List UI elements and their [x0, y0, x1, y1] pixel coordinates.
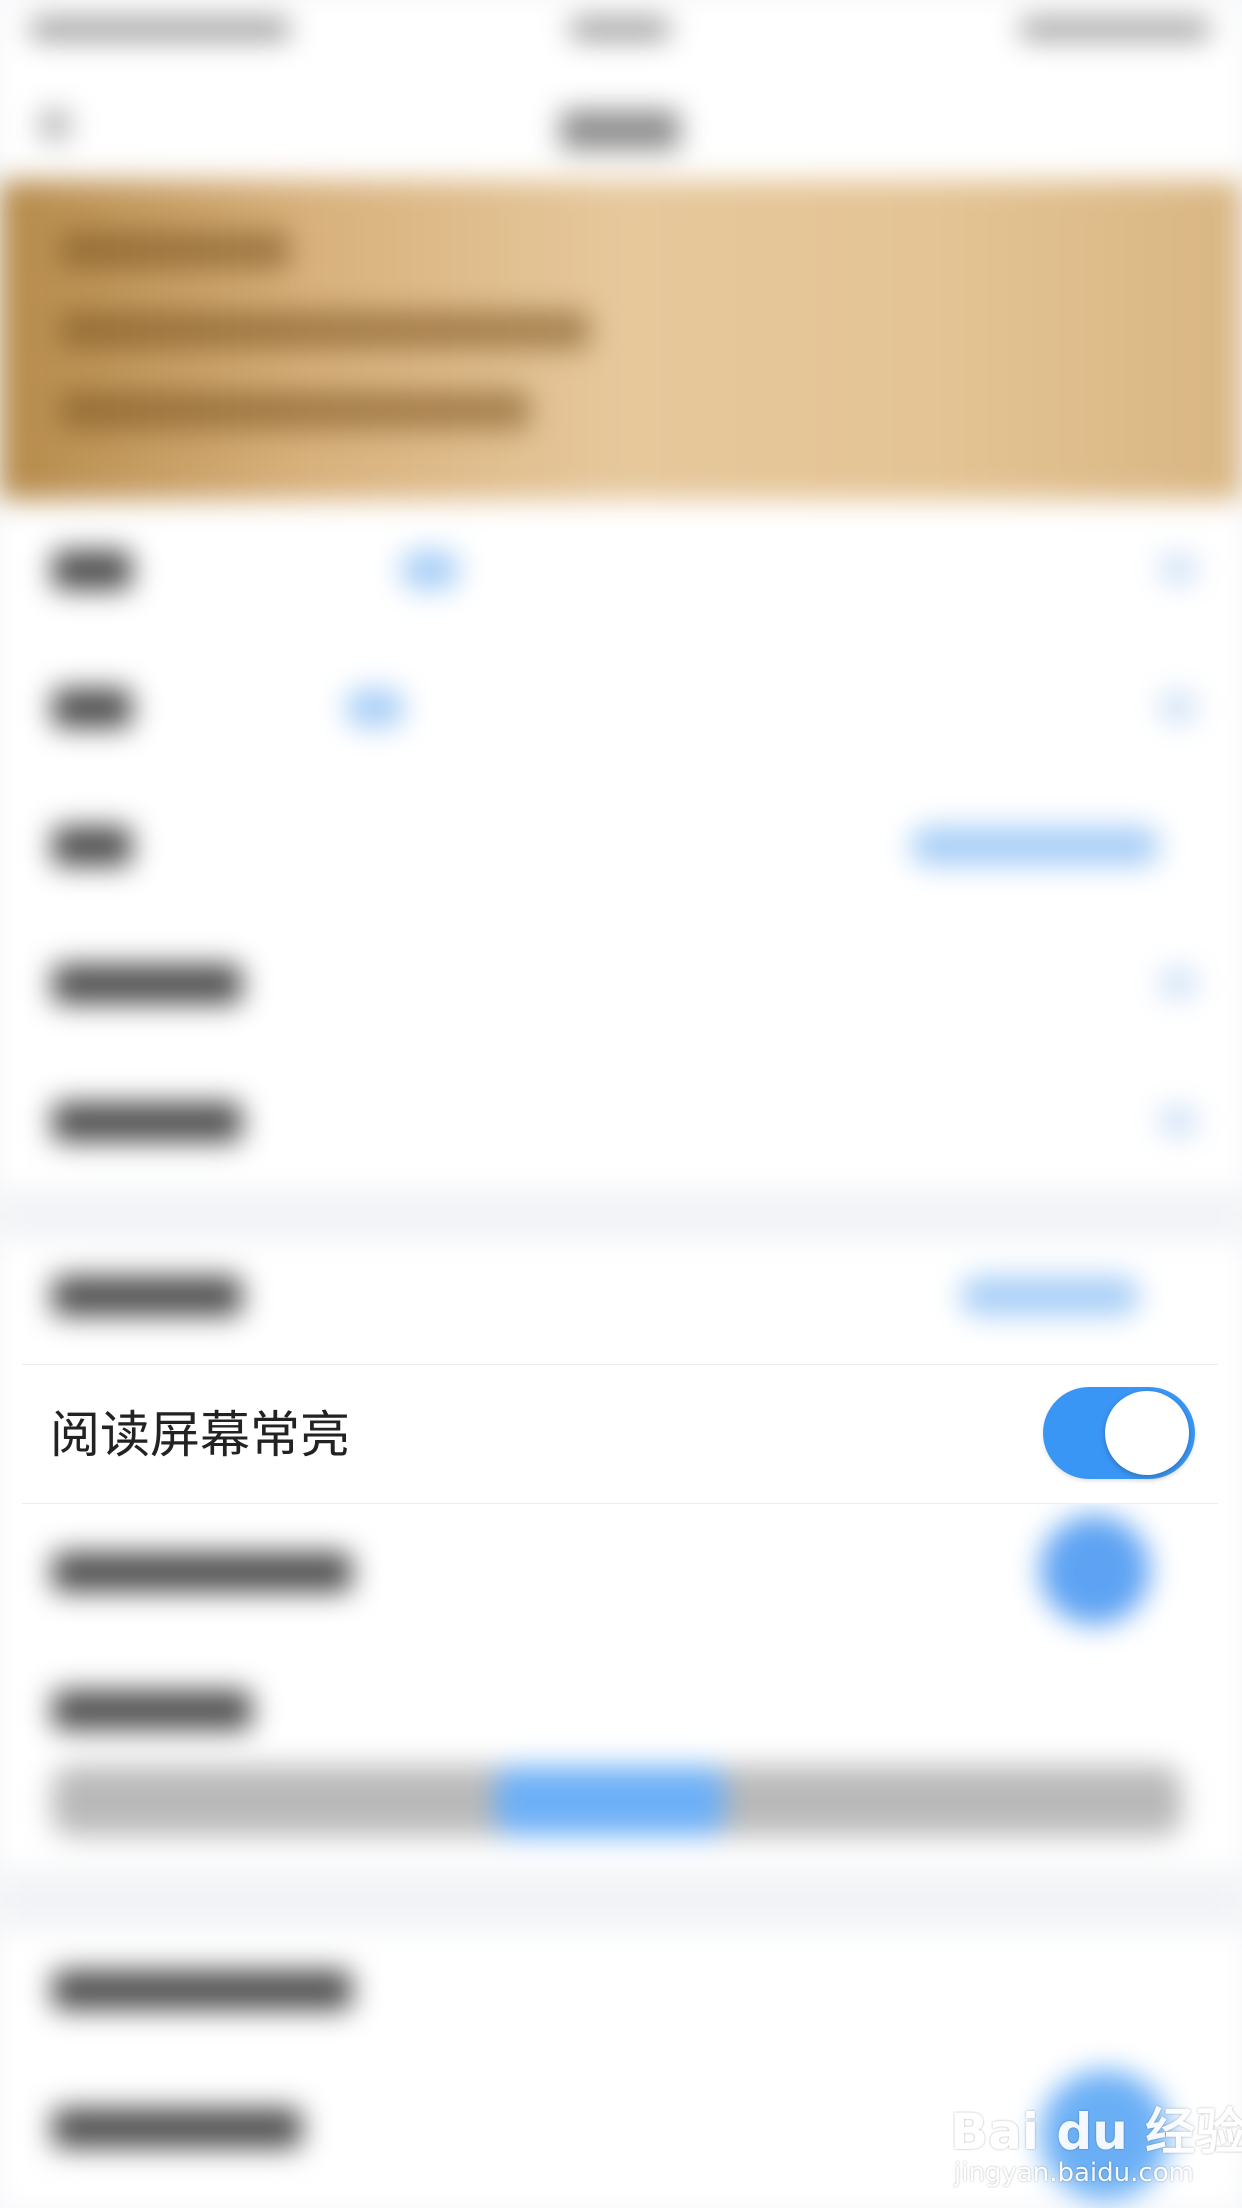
settings-row-label	[52, 1102, 242, 1142]
watermark-logo: Bai du 经验	[950, 2103, 1242, 2161]
chevron-right-icon	[1160, 968, 1196, 998]
chevron-right-icon	[1160, 554, 1196, 584]
banner-line	[60, 390, 530, 430]
settings-row[interactable]	[0, 1226, 1242, 1364]
settings-row[interactable]	[0, 776, 1242, 914]
settings-row-label	[52, 550, 132, 590]
settings-row-chip	[345, 688, 405, 728]
status-bar-battery	[1020, 18, 1210, 40]
setting-row-screen-always-on[interactable]: 阅读屏幕常亮	[22, 1364, 1218, 1504]
slider-selected-segment[interactable]	[495, 1766, 725, 1836]
blurred-background	[0, 0, 1242, 2208]
chevron-right-icon	[1160, 1106, 1196, 1136]
settings-row-label	[52, 1690, 252, 1730]
settings-row	[0, 1640, 1242, 1778]
screen-always-on-toggle[interactable]	[1043, 1387, 1195, 1479]
banner-line	[60, 230, 290, 270]
settings-row[interactable]	[0, 914, 1242, 1052]
back-icon[interactable]	[40, 110, 70, 140]
status-bar	[0, 0, 1242, 60]
nav-bar	[0, 60, 1242, 180]
toggle-knob	[1105, 1391, 1189, 1475]
settings-row[interactable]	[0, 638, 1242, 776]
settings-row-label	[52, 1552, 352, 1592]
banner-line	[60, 310, 590, 350]
watermark-url: jingyan.baidu.com	[954, 2158, 1194, 2188]
settings-row[interactable]	[0, 1052, 1242, 1190]
baidu-jingyan-watermark: Bai du 经验 jingyan.baidu.com	[950, 2092, 1242, 2192]
setting-label: 阅读屏幕常亮	[50, 1406, 350, 1464]
page-title	[560, 110, 680, 150]
settings-row-label	[52, 826, 132, 866]
settings-screen: 阅读屏幕常亮 Bai du 经验 jingyan.baidu.com	[0, 0, 1242, 2208]
settings-row-label	[52, 688, 132, 728]
settings-row-chip	[910, 826, 1160, 866]
settings-row-label	[52, 964, 242, 1004]
status-bar-left	[30, 18, 290, 40]
settings-row-chip	[960, 1276, 1140, 1316]
settings-row[interactable]	[0, 1920, 1242, 2058]
settings-row-label	[52, 2108, 302, 2148]
settings-row-label	[52, 1276, 242, 1316]
settings-row[interactable]	[0, 500, 1242, 638]
settings-list	[0, 500, 1242, 2208]
settings-row-chip	[400, 550, 460, 590]
promo-banner[interactable]	[0, 180, 1242, 500]
toggle-switch[interactable]	[1040, 1515, 1150, 1625]
settings-row-label	[52, 1970, 352, 2010]
chevron-right-icon	[1160, 692, 1196, 722]
status-bar-clock	[570, 18, 670, 40]
